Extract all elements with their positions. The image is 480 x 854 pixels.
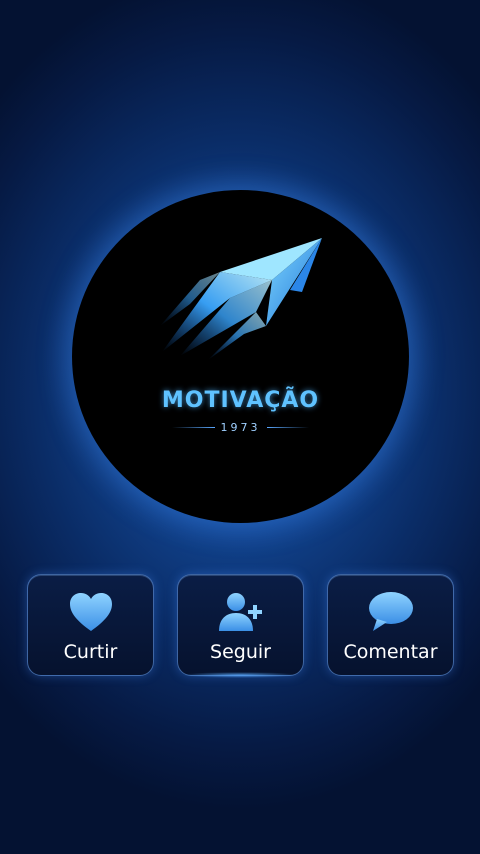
brand-name: MOTIVAÇÃO: [161, 388, 320, 413]
follow-glow: [182, 672, 298, 678]
heart-icon: [69, 593, 112, 631]
brand-year-row: 1973: [172, 419, 309, 435]
follow-label: Seguir: [210, 641, 271, 663]
rocket-arrow-icon: [160, 238, 322, 360]
add-user-icon: [218, 593, 262, 631]
speech-bubble-icon: [368, 592, 413, 631]
profile-logo: MOTIVAÇÃO 1973: [72, 190, 409, 523]
like-button[interactable]: Curtir: [27, 574, 154, 676]
like-label: Curtir: [63, 641, 118, 663]
brand-year: 1973: [220, 420, 261, 434]
action-bar: Curtir Seguir Comentar: [27, 574, 454, 676]
comment-label: Comentar: [343, 641, 438, 663]
divider-left: [172, 426, 215, 428]
follow-button[interactable]: Seguir: [177, 574, 304, 676]
divider-right: [266, 426, 309, 428]
comment-button[interactable]: Comentar: [327, 574, 454, 676]
